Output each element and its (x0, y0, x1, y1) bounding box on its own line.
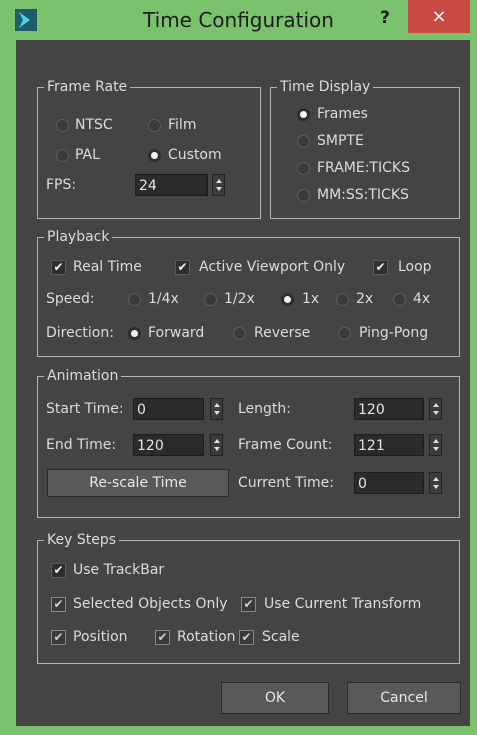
time-display-title: Time Display (277, 77, 374, 97)
speed-quarter-label: 1/4x (148, 291, 179, 307)
key-steps-group: Key Steps ✔ Use TrackBar ✔ Selected Obje… (37, 530, 460, 664)
reverse-radio[interactable] (233, 327, 246, 340)
end-time-field[interactable]: 120 (133, 434, 204, 456)
custom-label: Custom (168, 147, 222, 163)
film-label: Film (168, 117, 197, 133)
speed-half-label: 1/2x (224, 291, 255, 307)
use-trackbar-checkbox[interactable]: ✔ (51, 563, 66, 578)
frame-rate-title: Frame Rate (44, 77, 131, 97)
speed-4x-radio[interactable] (393, 293, 406, 306)
use-current-transform-label: Use Current Transform (264, 596, 422, 612)
forward-label: Forward (148, 325, 205, 341)
end-time-spinner-icon[interactable] (210, 434, 223, 456)
rescale-time-button[interactable]: Re-scale Time (47, 469, 229, 497)
active-viewport-only-checkbox[interactable]: ✔ (175, 260, 190, 275)
film-radio[interactable] (148, 119, 161, 132)
playback-group: Playback ✔ Real Time ✔ Active Viewport O… (37, 227, 460, 357)
current-time-label: Current Time: (238, 475, 335, 491)
start-time-spinner-icon[interactable] (210, 398, 223, 420)
real-time-label: Real Time (73, 259, 142, 275)
dialog-client: Frame Rate NTSC Film PAL Custom FPS: 24 … (16, 40, 470, 726)
speed-2x-label: 2x (356, 291, 374, 307)
rotation-checkbox[interactable]: ✔ (155, 630, 170, 645)
start-time-label: Start Time: (46, 401, 124, 417)
custom-radio[interactable] (148, 149, 161, 162)
animation-group: Animation Start Time: 0 Length: 120 End … (37, 366, 460, 518)
frame-rate-group: Frame Rate NTSC Film PAL Custom FPS: 24 (37, 77, 261, 219)
start-time-field[interactable]: 0 (133, 398, 204, 420)
current-time-field[interactable]: 0 (354, 472, 424, 494)
mm-ss-ticks-radio[interactable] (297, 189, 310, 202)
frame-ticks-radio[interactable] (297, 162, 310, 175)
playback-title: Playback (44, 227, 113, 247)
speed-4x-label: 4x (413, 291, 431, 307)
fps-field[interactable]: 24 (135, 174, 208, 196)
pal-radio[interactable] (56, 149, 69, 162)
ntsc-radio[interactable] (56, 119, 69, 132)
fps-label: FPS: (46, 177, 77, 193)
animation-title: Animation (44, 366, 122, 386)
key-steps-title: Key Steps (44, 530, 120, 550)
speed-quarter-radio[interactable] (128, 293, 141, 306)
scale-checkbox[interactable]: ✔ (239, 630, 254, 645)
active-viewport-only-label: Active Viewport Only (199, 259, 346, 275)
close-button[interactable]: × (408, 0, 470, 33)
selected-objects-only-checkbox[interactable]: ✔ (51, 597, 66, 612)
frames-radio[interactable] (297, 108, 310, 121)
help-icon[interactable]: ? (373, 4, 397, 32)
direction-label: Direction: (46, 325, 114, 341)
frame-count-spinner-icon[interactable] (429, 434, 442, 456)
smpte-radio[interactable] (297, 135, 310, 148)
mm-ss-ticks-label: MM:SS:TICKS (317, 187, 409, 203)
pal-label: PAL (75, 147, 100, 163)
speed-2x-radio[interactable] (336, 293, 349, 306)
end-time-label: End Time: (46, 437, 117, 453)
ping-pong-radio[interactable] (338, 327, 351, 340)
ok-button[interactable]: OK (221, 682, 329, 714)
fps-spinner-icon[interactable] (212, 174, 225, 196)
speed-1x-label: 1x (302, 291, 320, 307)
loop-checkbox[interactable]: ✔ (373, 260, 388, 275)
forward-radio[interactable] (128, 327, 141, 340)
speed-label: Speed: (46, 291, 95, 307)
length-label: Length: (238, 401, 292, 417)
speed-1x-radio[interactable] (281, 293, 294, 306)
reverse-label: Reverse (254, 325, 311, 341)
length-spinner-icon[interactable] (429, 398, 442, 420)
frame-count-label: Frame Count: (238, 437, 333, 453)
time-display-group: Time Display Frames SMPTE FRAME:TICKS MM… (270, 77, 460, 219)
frames-label: Frames (317, 106, 368, 122)
smpte-label: SMPTE (317, 133, 364, 149)
title-bar[interactable]: Time Configuration ? × (0, 0, 477, 38)
current-time-spinner-icon[interactable] (429, 472, 442, 494)
window-title: Time Configuration (143, 8, 334, 32)
length-field[interactable]: 120 (354, 398, 424, 420)
cancel-button[interactable]: Cancel (347, 682, 461, 714)
ping-pong-label: Ping-Pong (359, 325, 429, 341)
frame-count-field[interactable]: 121 (354, 434, 424, 456)
loop-label: Loop (398, 259, 432, 275)
scale-label: Scale (262, 629, 300, 645)
use-trackbar-label: Use TrackBar (73, 562, 165, 578)
selected-objects-only-label: Selected Objects Only (73, 596, 228, 612)
frame-ticks-label: FRAME:TICKS (317, 160, 410, 176)
dialog-window: Time Configuration ? × Frame Rate NTSC F… (0, 0, 477, 735)
position-checkbox[interactable]: ✔ (51, 630, 66, 645)
speed-half-radio[interactable] (204, 293, 217, 306)
position-label: Position (73, 629, 128, 645)
rotation-label: Rotation (177, 629, 236, 645)
use-current-transform-checkbox[interactable]: ✔ (241, 597, 256, 612)
real-time-checkbox[interactable]: ✔ (51, 260, 66, 275)
ntsc-label: NTSC (75, 117, 113, 133)
